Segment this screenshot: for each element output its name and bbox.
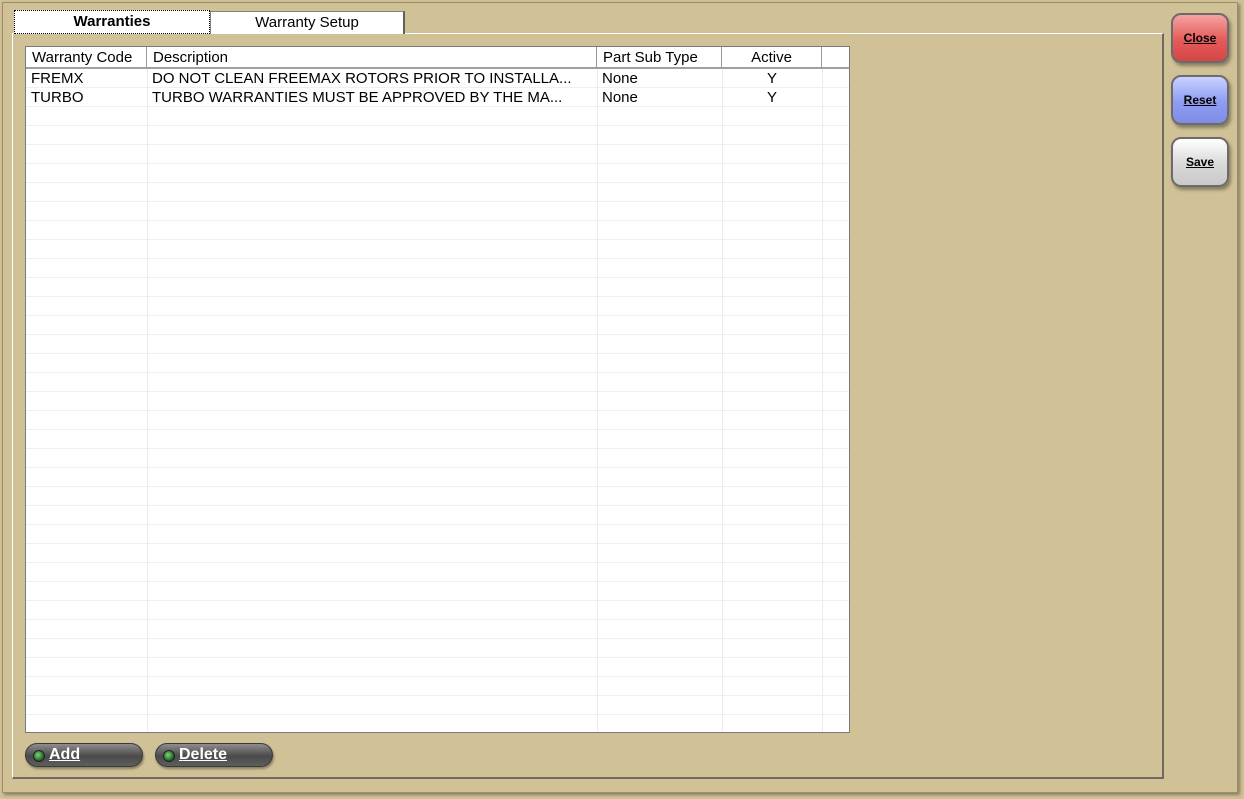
- empty-table-row: [26, 392, 849, 411]
- empty-table-row: [26, 259, 849, 278]
- grid-header: Warranty Code Description Part Sub Type …: [26, 47, 849, 69]
- table-row[interactable]: FREMX DO NOT CLEAN FREEMAX ROTORS PRIOR …: [26, 69, 849, 88]
- empty-table-row: [26, 430, 849, 449]
- empty-table-row: [26, 411, 849, 430]
- empty-table-row: [26, 544, 849, 563]
- reset-button[interactable]: Reset: [1171, 75, 1229, 125]
- empty-table-row: [26, 582, 849, 601]
- column-header-part-sub-type[interactable]: Part Sub Type: [597, 47, 722, 69]
- empty-table-row: [26, 620, 849, 639]
- empty-table-row: [26, 278, 849, 297]
- empty-table-row: [26, 563, 849, 582]
- cell-warranty-code: TURBO: [31, 89, 84, 106]
- column-header-description[interactable]: Description: [147, 47, 597, 69]
- empty-table-row: [26, 202, 849, 221]
- warranties-grid[interactable]: Warranty Code Description Part Sub Type …: [25, 46, 850, 733]
- empty-table-row: [26, 164, 849, 183]
- column-header-filler: [822, 47, 849, 69]
- empty-table-row: [26, 107, 849, 126]
- tab-warranty-setup[interactable]: Warranty Setup: [210, 11, 405, 34]
- empty-table-row: [26, 221, 849, 240]
- delete-button-label: Delete: [179, 746, 228, 763]
- empty-table-row: [26, 145, 849, 164]
- empty-table-row: [26, 658, 849, 677]
- empty-table-row: [26, 677, 849, 696]
- empty-table-row: [26, 240, 849, 259]
- empty-table-row: [26, 183, 849, 202]
- cell-warranty-code: FREMX: [31, 70, 84, 87]
- add-button-label: Add: [49, 746, 81, 763]
- close-button[interactable]: Close: [1171, 13, 1229, 63]
- empty-table-row: [26, 335, 849, 354]
- empty-table-row: [26, 373, 849, 392]
- cell-active: Y: [766, 89, 777, 106]
- empty-table-row: [26, 354, 849, 373]
- status-indicator-icon: [163, 750, 175, 762]
- column-header-warranty-code[interactable]: Warranty Code: [26, 47, 147, 69]
- empty-table-row: [26, 126, 849, 145]
- cell-description: TURBO WARRANTIES MUST BE APPROVED BY THE…: [152, 89, 563, 106]
- empty-table-row: [26, 715, 849, 732]
- tab-warranties[interactable]: Warranties: [14, 10, 210, 34]
- delete-button[interactable]: Delete: [155, 743, 273, 767]
- column-header-active[interactable]: Active: [722, 47, 822, 69]
- empty-table-row: [26, 525, 849, 544]
- empty-table-row: [26, 316, 849, 335]
- empty-table-row: [26, 487, 849, 506]
- cell-part-sub-type: None: [602, 70, 638, 87]
- empty-table-row: [26, 639, 849, 658]
- empty-table-row: [26, 449, 849, 468]
- grid-body: FREMX DO NOT CLEAN FREEMAX ROTORS PRIOR …: [26, 69, 849, 732]
- empty-table-row: [26, 601, 849, 620]
- empty-table-row: [26, 468, 849, 487]
- save-button[interactable]: Save: [1171, 137, 1229, 187]
- empty-table-row: [26, 506, 849, 525]
- empty-table-row: [26, 297, 849, 316]
- cell-active: Y: [766, 70, 777, 87]
- cell-description: DO NOT CLEAN FREEMAX ROTORS PRIOR TO INS…: [152, 70, 572, 87]
- cell-part-sub-type: None: [602, 89, 638, 106]
- table-row[interactable]: TURBO TURBO WARRANTIES MUST BE APPROVED …: [26, 88, 849, 107]
- add-button[interactable]: Add: [25, 743, 143, 767]
- empty-table-row: [26, 696, 849, 715]
- status-indicator-icon: [33, 750, 45, 762]
